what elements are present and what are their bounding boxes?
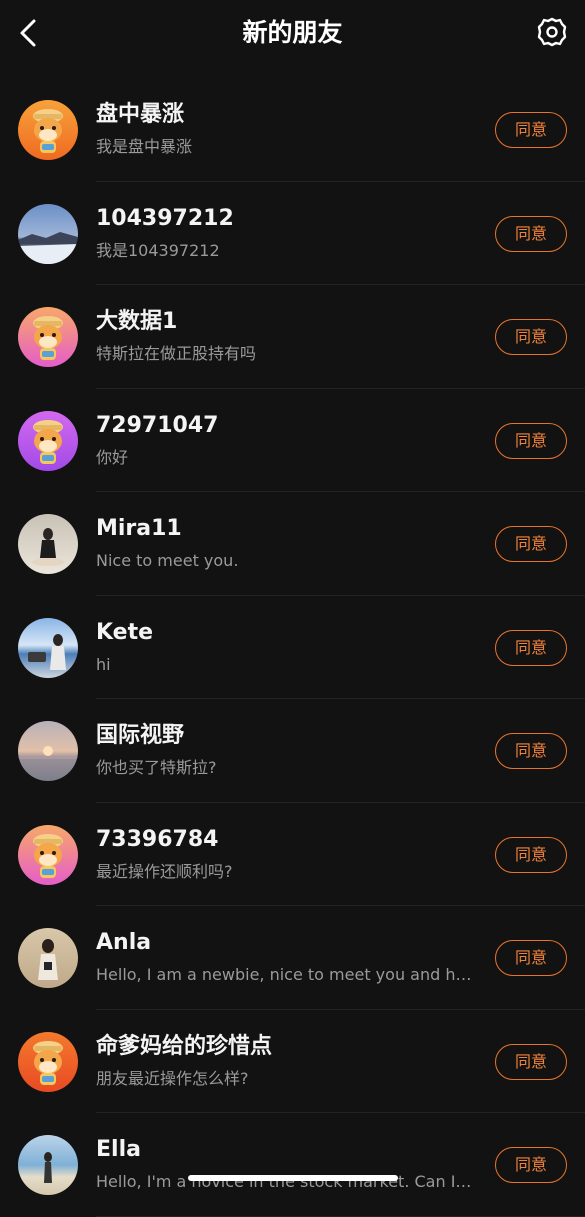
friend-request-item[interactable]: Anla Hello, I am a newbie, nice to meet … — [0, 906, 585, 1010]
avatar — [18, 617, 78, 678]
agree-button[interactable]: 同意 — [495, 1043, 567, 1080]
agree-button[interactable]: 同意 — [495, 215, 567, 252]
friend-request-item[interactable]: Ella Hello, I'm a novice in the stock ma… — [0, 1113, 585, 1217]
friend-request-item[interactable]: 大数据1 特斯拉在做正股持有吗 同意 — [0, 285, 585, 389]
friend-message: 最近操作还顺利吗? — [96, 861, 233, 881]
avatar — [18, 203, 78, 264]
friend-message: hi — [96, 654, 111, 674]
friend-message: 我是盘中暴涨 — [96, 137, 193, 156]
friend-message: 我是104397212 — [96, 240, 220, 260]
friend-message: 你好 — [96, 447, 129, 467]
friend-message: Hello, I am a newbie, nice to meet you a… — [96, 965, 476, 984]
avatar — [18, 307, 78, 367]
friend-name: 国际视野 — [96, 723, 185, 748]
agree-button[interactable]: 同意 — [495, 112, 567, 148]
friend-name: Mira11 — [96, 516, 182, 541]
header-bar: 新的朋友 — [0, 0, 585, 66]
avatar — [18, 1135, 78, 1195]
friend-request-item[interactable]: 盘中暴涨 我是盘中暴涨 同意 — [0, 78, 585, 182]
friend-message: Hello, I'm a novice in the stock market.… — [96, 1172, 476, 1191]
agree-button[interactable]: 同意 — [495, 1147, 567, 1183]
friend-message: 朋友最近操作怎么样? — [96, 1068, 249, 1088]
friend-name: 命爹妈给的珍惜点 — [96, 1033, 273, 1059]
home-indicator[interactable] — [188, 1175, 398, 1181]
avatar — [18, 100, 78, 160]
avatar — [18, 514, 78, 574]
friend-request-item[interactable]: 命爹妈给的珍惜点 朋友最近操作怎么样? 同意 — [0, 1010, 585, 1114]
settings-button[interactable] — [535, 15, 569, 49]
friend-message: 你也买了特斯拉? — [96, 758, 217, 777]
avatar — [18, 824, 78, 885]
agree-button[interactable]: 同意 — [495, 319, 567, 355]
friend-request-item[interactable]: 73396784 最近操作还顺利吗? 同意 — [0, 803, 585, 907]
friend-request-item[interactable]: 104397212 我是104397212 同意 — [0, 182, 585, 286]
friend-message: Nice to meet you. — [96, 551, 239, 570]
agree-button[interactable]: 同意 — [495, 733, 567, 769]
friend-request-item[interactable]: Mira11 Nice to meet you. 同意 — [0, 492, 585, 596]
friend-message: 特斯拉在做正股持有吗 — [96, 344, 257, 363]
friend-name: 大数据1 — [96, 309, 178, 334]
avatar — [18, 928, 78, 988]
avatar — [18, 410, 78, 471]
friend-request-item[interactable]: Kete hi 同意 — [0, 596, 585, 700]
friend-name: 104397212 — [96, 205, 234, 231]
friend-name: Kete — [96, 619, 154, 645]
agree-button[interactable]: 同意 — [495, 422, 567, 459]
page-title: 新的朋友 — [242, 18, 343, 47]
friend-name: Anla — [96, 930, 152, 955]
agree-button[interactable]: 同意 — [495, 836, 567, 873]
friend-request-list: 盘中暴涨 我是盘中暴涨 同意 104397212 我是104397212 同意 … — [0, 78, 585, 1217]
agree-button[interactable]: 同意 — [495, 526, 567, 562]
friend-request-item[interactable]: 72971047 你好 同意 — [0, 389, 585, 493]
agree-button[interactable]: 同意 — [495, 629, 567, 666]
friend-name: 盘中暴涨 — [96, 102, 185, 127]
agree-button[interactable]: 同意 — [495, 940, 567, 976]
friend-name: Ella — [96, 1137, 141, 1162]
friend-name: 73396784 — [96, 826, 219, 852]
avatar — [18, 1031, 78, 1092]
gear-icon — [537, 17, 567, 47]
friend-request-item[interactable]: 国际视野 你也买了特斯拉? 同意 — [0, 699, 585, 803]
avatar — [18, 721, 78, 781]
friend-name: 72971047 — [96, 412, 219, 438]
